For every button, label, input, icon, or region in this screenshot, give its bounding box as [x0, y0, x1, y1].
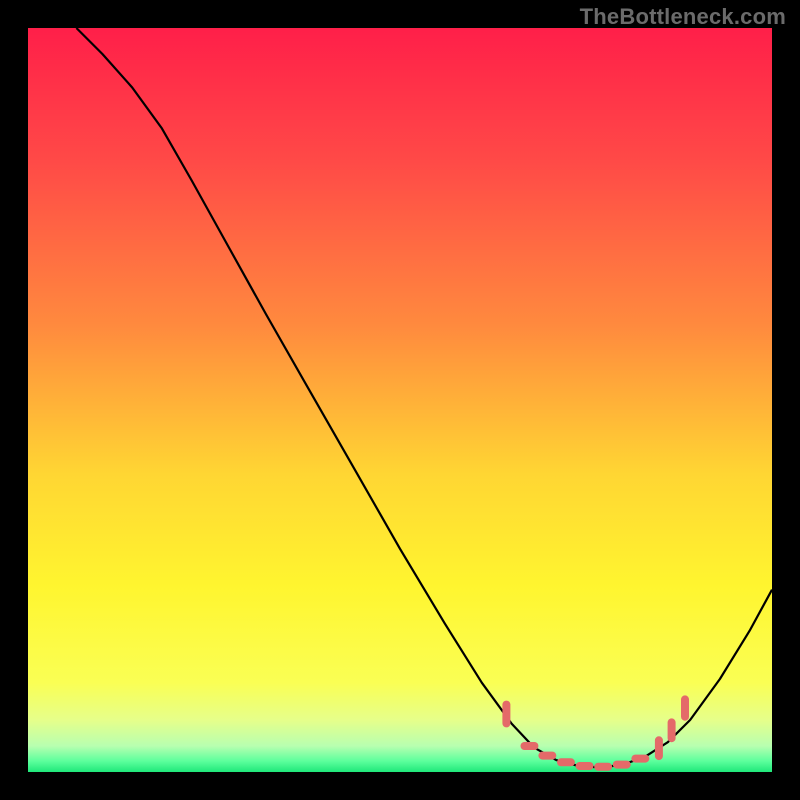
curve-marker [557, 758, 575, 766]
curve-marker [655, 736, 663, 760]
curve-marker [631, 755, 649, 763]
curve-marker [668, 718, 676, 742]
watermark-label: TheBottleneck.com [580, 4, 786, 30]
curve-marker [538, 752, 556, 760]
chart-container: TheBottleneck.com [0, 0, 800, 800]
bottleneck-curve-plot [0, 0, 800, 800]
curve-marker [613, 761, 631, 769]
curve-marker [681, 695, 689, 720]
curve-marker [502, 701, 510, 728]
curve-marker [576, 762, 594, 770]
plot-background [28, 28, 772, 772]
curve-marker [594, 763, 612, 771]
curve-marker [521, 742, 539, 750]
